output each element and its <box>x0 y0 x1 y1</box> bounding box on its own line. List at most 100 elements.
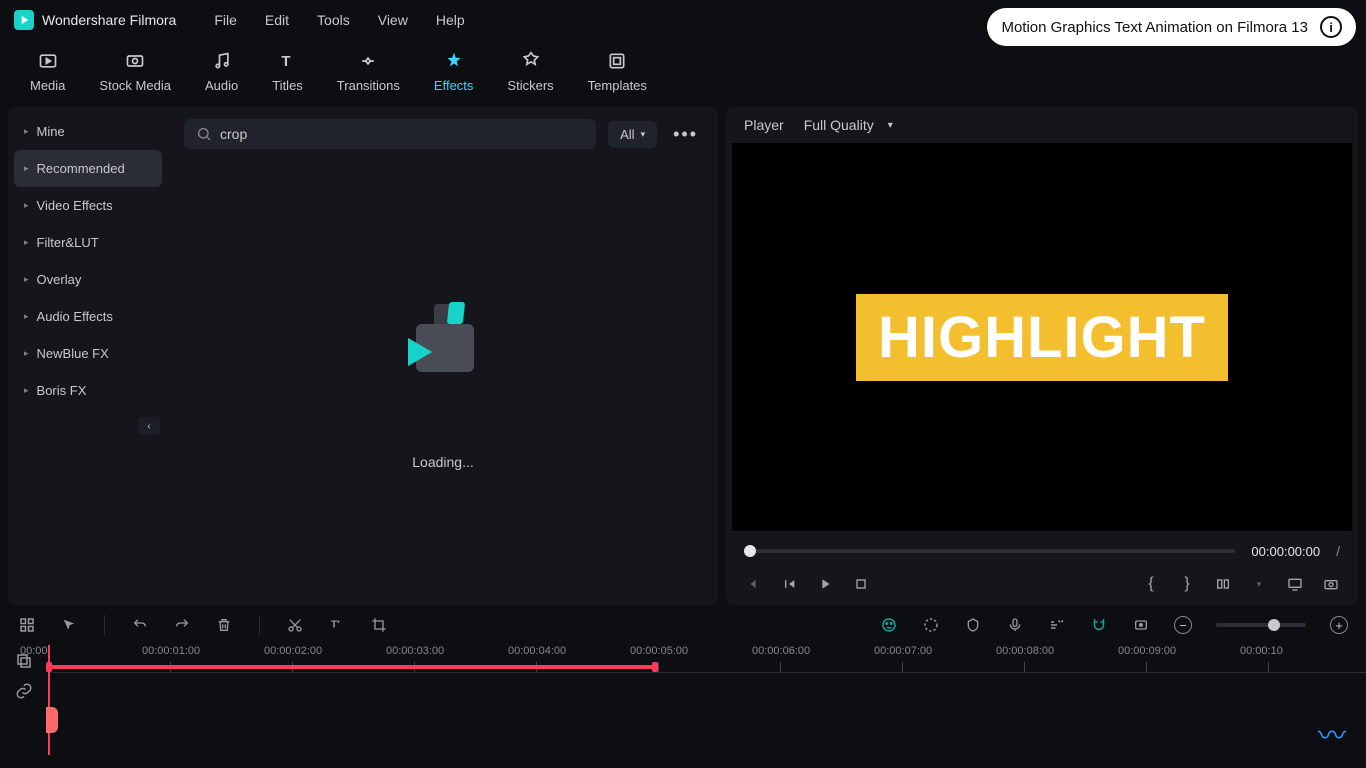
sidebar-item-video-effects[interactable]: ▸Video Effects <box>8 187 168 224</box>
collapse-sidebar-button[interactable]: ‹ <box>138 417 160 435</box>
tab-audio[interactable]: Audio <box>205 50 238 93</box>
preview-title-text: HIGHLIGHT <box>878 304 1206 371</box>
magnet-button[interactable] <box>1090 616 1108 634</box>
player-panel: Player Full Quality ▾ HIGHLIGHT 00:00:00… <box>726 107 1358 605</box>
link-icon[interactable] <box>14 681 34 701</box>
sidebar-item-filter-lut[interactable]: ▸Filter&LUT <box>8 224 168 261</box>
player-label: Player <box>744 117 784 133</box>
menu-view[interactable]: View <box>378 12 408 28</box>
snapshot-button[interactable] <box>1322 575 1340 593</box>
more-options-button[interactable]: ••• <box>669 124 702 145</box>
menu-tools[interactable]: Tools <box>317 12 350 28</box>
sidebar-item-overlay[interactable]: ▸Overlay <box>8 261 168 298</box>
search-input-wrap[interactable] <box>184 119 596 149</box>
delete-button[interactable] <box>215 616 233 634</box>
timeline-toolbar: T▾ − + <box>0 605 1366 645</box>
zoom-handle[interactable] <box>1268 619 1280 631</box>
grid-icon[interactable] <box>18 616 36 634</box>
tab-effects[interactable]: Effects <box>434 50 474 93</box>
preview-title-box: HIGHLIGHT <box>856 294 1228 381</box>
redo-button[interactable] <box>173 616 191 634</box>
titles-icon: T <box>275 50 301 72</box>
tab-media[interactable]: Media <box>30 50 65 93</box>
chevron-right-icon: ▸ <box>24 163 29 174</box>
tab-titles[interactable]: T Titles <box>272 50 303 93</box>
sidebar-item-recommended[interactable]: ▸Recommended <box>14 150 162 187</box>
sidebar-item-audio-effects[interactable]: ▸Audio Effects <box>8 298 168 335</box>
sidebar-item-newblue-fx[interactable]: ▸NewBlue FX <box>8 335 168 372</box>
mic-button[interactable] <box>1006 616 1024 634</box>
chevron-right-icon: ▸ <box>24 311 29 322</box>
ratio-button[interactable] <box>1214 575 1232 593</box>
help-pill-text: Motion Graphics Text Animation on Filmor… <box>1001 19 1308 36</box>
effects-content: All ▾ ••• Loading... <box>168 107 718 605</box>
chevron-right-icon: ▸ <box>24 348 29 359</box>
ai-icon[interactable] <box>880 616 898 634</box>
wave-logo-icon: 〰 <box>1318 714 1346 754</box>
menu-help[interactable]: Help <box>436 12 465 28</box>
undo-button[interactable] <box>131 616 149 634</box>
text-tool-button[interactable]: T▾ <box>328 616 346 634</box>
seek-handle[interactable] <box>744 545 756 557</box>
brand-icon <box>14 10 34 30</box>
info-icon: i <box>1320 16 1342 38</box>
chevron-right-icon: ▸ <box>24 385 29 396</box>
zoom-out-button[interactable]: − <box>1174 616 1192 634</box>
chevron-right-icon: ▸ <box>24 274 29 285</box>
menu-file[interactable]: File <box>214 12 237 28</box>
crop-button[interactable] <box>370 616 388 634</box>
cursor-icon[interactable] <box>60 616 78 634</box>
media-icon <box>35 50 61 72</box>
chevron-down-icon: ▾ <box>888 120 893 131</box>
color-button[interactable] <box>922 616 940 634</box>
clip-handle[interactable] <box>46 707 58 733</box>
transitions-icon <box>355 50 381 72</box>
playhead[interactable] <box>48 645 50 755</box>
ruler[interactable]: 00:00 00:00:01:00 00:00:02:00 00:00:03:0… <box>48 645 1366 673</box>
tab-templates[interactable]: Templates <box>588 50 647 93</box>
time-display: 00:00:00:00 <box>1251 544 1320 559</box>
time-divider: / <box>1336 543 1340 559</box>
timeline: 00:00 00:00:01:00 00:00:02:00 00:00:03:0… <box>0 645 1366 707</box>
loading-text: Loading... <box>412 454 474 470</box>
mark-out-button[interactable]: } <box>1178 575 1196 593</box>
zoom-slider[interactable] <box>1216 623 1306 627</box>
svg-text:T: T <box>331 620 337 631</box>
quality-dropdown[interactable]: Full Quality ▾ <box>804 117 893 133</box>
step-back-button[interactable] <box>780 575 798 593</box>
zoom-in-button[interactable]: + <box>1330 616 1348 634</box>
video-stage[interactable]: HIGHLIGHT <box>732 143 1352 531</box>
record-button[interactable] <box>1132 616 1150 634</box>
stickers-icon <box>518 50 544 72</box>
cut-button[interactable] <box>286 616 304 634</box>
tab-stock-media[interactable]: Stock Media <box>99 50 171 93</box>
chevron-down-icon: ▾ <box>641 129 646 140</box>
sidebar-item-boris-fx[interactable]: ▸Boris FX <box>8 372 168 409</box>
seek-bar[interactable] <box>744 549 1235 553</box>
chevron-right-icon: ▸ <box>24 200 29 211</box>
tab-transitions[interactable]: Transitions <box>337 50 400 93</box>
selection-range[interactable] <box>48 665 656 669</box>
marker-button[interactable] <box>964 616 982 634</box>
stop-button[interactable] <box>852 575 870 593</box>
brand-text: Wondershare Filmora <box>42 12 176 28</box>
search-input[interactable] <box>220 126 584 142</box>
play-button[interactable] <box>816 575 834 593</box>
display-button[interactable] <box>1286 575 1304 593</box>
help-pill[interactable]: Motion Graphics Text Animation on Filmor… <box>987 8 1356 46</box>
effects-icon <box>441 50 467 72</box>
chevron-down-icon[interactable]: ▾ <box>1250 575 1268 593</box>
templates-icon <box>604 50 630 72</box>
filter-dropdown[interactable]: All ▾ <box>608 121 657 148</box>
svg-text:T: T <box>281 53 290 70</box>
prev-frame-button[interactable] <box>744 575 762 593</box>
brand: Wondershare Filmora <box>14 10 176 30</box>
chevron-right-icon: ▸ <box>24 126 29 137</box>
mark-in-button[interactable]: { <box>1142 575 1160 593</box>
svg-text:▾: ▾ <box>337 620 340 626</box>
sidebar-item-mine[interactable]: ▸Mine <box>8 113 168 150</box>
audio-icon <box>209 50 235 72</box>
tab-stickers[interactable]: Stickers <box>507 50 553 93</box>
menu-edit[interactable]: Edit <box>265 12 289 28</box>
audio-mix-button[interactable] <box>1048 616 1066 634</box>
